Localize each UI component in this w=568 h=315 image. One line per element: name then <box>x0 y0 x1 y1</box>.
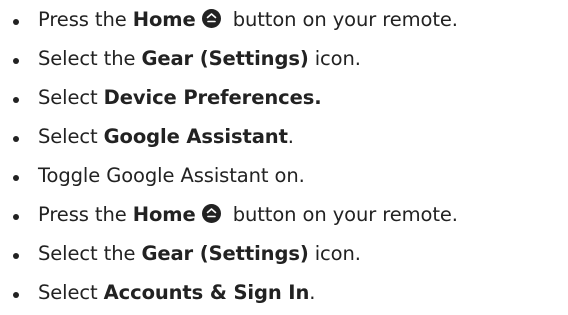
home-button-icon <box>201 204 221 223</box>
bullet-dot <box>13 253 19 259</box>
step-emphasis: Accounts & Sign In <box>103 281 310 304</box>
bullet-dot <box>13 97 19 103</box>
home-button-icon <box>201 9 221 28</box>
step-emphasis: Home <box>132 8 196 31</box>
step-emphasis: Google Assistant <box>103 125 288 148</box>
step-text-end: icon. <box>308 242 361 265</box>
step-text: Select the <box>38 242 142 265</box>
step-text: Toggle Google Assistant on. <box>38 164 305 187</box>
list-item: Press the Home button on your remote. <box>0 195 568 234</box>
step-text: Press the <box>38 8 133 31</box>
step-text: Press the <box>38 203 133 226</box>
list-item: Select Device Preferences. <box>0 78 568 117</box>
step-text-end: button on your remote. <box>226 203 458 226</box>
step-text: Select the <box>38 47 142 70</box>
step-emphasis: Gear (Settings) <box>141 47 309 70</box>
bullet-dot <box>13 175 19 181</box>
list-item: Press the Home button on your remote. <box>0 0 568 39</box>
list-item: Select Google Assistant. <box>0 117 568 156</box>
step-text: Select <box>38 86 104 109</box>
step-emphasis: Gear (Settings) <box>141 242 309 265</box>
step-text-end: . <box>287 125 294 148</box>
step-text: Select <box>38 125 104 148</box>
step-text-end: . <box>309 281 316 304</box>
step-text-end: button on your remote. <box>226 8 458 31</box>
bullet-dot <box>13 136 19 142</box>
list-item: Select Accounts & Sign In. <box>0 273 568 312</box>
step-emphasis: Device Preferences. <box>103 86 322 109</box>
bullet-dot <box>13 214 19 220</box>
bullet-dot <box>13 58 19 64</box>
instruction-list: Press the Home button on your remote. Se… <box>0 0 568 312</box>
bullet-dot <box>13 292 19 298</box>
list-item: Select the Gear (Settings) icon. <box>0 234 568 273</box>
list-item: Toggle Google Assistant on. <box>0 156 568 195</box>
step-text-end: icon. <box>308 47 361 70</box>
list-item: Select the Gear (Settings) icon. <box>0 39 568 78</box>
step-emphasis: Home <box>132 203 196 226</box>
bullet-dot <box>13 19 19 25</box>
step-text: Select <box>38 281 104 304</box>
